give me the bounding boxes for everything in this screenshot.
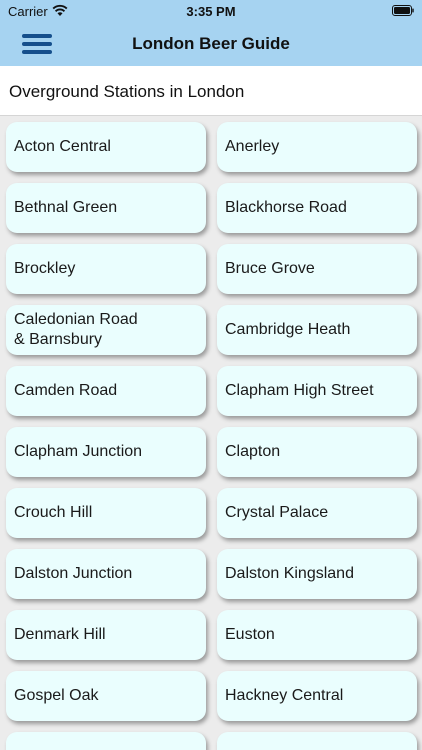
- station-label: Brockley: [14, 260, 76, 277]
- station-tile[interactable]: Dalston Kingsland: [217, 549, 417, 599]
- navigation-bar: London Beer Guide: [0, 22, 422, 66]
- station-tile[interactable]: [217, 732, 417, 750]
- station-tile[interactable]: Gospel Oak: [6, 671, 206, 721]
- battery-icon: [392, 5, 414, 16]
- station-label: Denmark Hill: [14, 626, 106, 643]
- status-time: 3:35 PM: [186, 4, 236, 19]
- station-label: Caledonian Road & Barnsbury: [14, 311, 138, 348]
- app-title: London Beer Guide: [132, 34, 290, 53]
- station-grid: Acton Central Anerley Bethnal Green Blac…: [0, 116, 422, 750]
- station-tile[interactable]: Camden Road: [6, 366, 206, 416]
- station-tile[interactable]: Caledonian Road & Barnsbury: [6, 305, 206, 355]
- station-tile[interactable]: Clapham Junction: [6, 427, 206, 477]
- station-label: Gospel Oak: [14, 687, 99, 704]
- station-tile[interactable]: [6, 732, 206, 750]
- station-tile[interactable]: Clapham High Street: [217, 366, 417, 416]
- station-tile[interactable]: Euston: [217, 610, 417, 660]
- status-bar: Carrier 3:35 PM: [0, 0, 422, 22]
- station-label: Anerley: [225, 138, 280, 155]
- station-label: Acton Central: [14, 138, 111, 155]
- station-tile[interactable]: Anerley: [217, 122, 417, 172]
- station-tile[interactable]: Bethnal Green: [6, 183, 206, 233]
- station-tile[interactable]: Brockley: [6, 244, 206, 294]
- app-header: Carrier 3:35 PM London Beer Guide: [0, 0, 422, 66]
- station-label: Dalston Junction: [14, 565, 133, 582]
- station-label: Hackney Central: [225, 687, 344, 704]
- station-label: Blackhorse Road: [225, 199, 347, 216]
- station-label: Crystal Palace: [225, 504, 329, 521]
- station-label: Camden Road: [14, 382, 118, 399]
- station-tile[interactable]: Cambridge Heath: [217, 305, 417, 355]
- station-label: Crouch Hill: [14, 504, 93, 521]
- station-label: Clapham High Street: [225, 382, 374, 399]
- station-tile[interactable]: Dalston Junction: [6, 549, 206, 599]
- section-title: Overground Stations in London: [9, 82, 245, 101]
- station-tile[interactable]: Clapton: [217, 427, 417, 477]
- station-tile[interactable]: Blackhorse Road: [217, 183, 417, 233]
- station-label: Cambridge Heath: [225, 321, 351, 338]
- station-label: Euston: [225, 626, 275, 643]
- station-tile[interactable]: Denmark Hill: [6, 610, 206, 660]
- station-label: Clapton: [225, 443, 281, 460]
- station-tile[interactable]: Crystal Palace: [217, 488, 417, 538]
- station-label: Dalston Kingsland: [225, 565, 354, 582]
- station-label: Bruce Grove: [225, 260, 315, 277]
- station-tile[interactable]: Crouch Hill: [6, 488, 206, 538]
- station-tile[interactable]: Acton Central: [6, 122, 206, 172]
- station-tile[interactable]: Hackney Central: [217, 671, 417, 721]
- station-label: Bethnal Green: [14, 199, 118, 216]
- station-tile[interactable]: Bruce Grove: [217, 244, 417, 294]
- section-header: Overground Stations in London: [0, 66, 422, 116]
- station-label: Clapham Junction: [14, 443, 143, 460]
